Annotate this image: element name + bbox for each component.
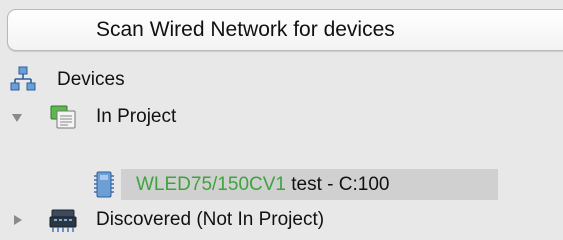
tree-root-devices[interactable]: Devices <box>0 64 563 96</box>
network-switch-icon <box>48 206 78 234</box>
disclosure-collapsed-icon[interactable] <box>12 213 24 225</box>
device-details: test - C:100 <box>285 174 390 195</box>
group-label-in-project: In Project <box>96 106 177 127</box>
group-label-discovered: Discovered (Not In Project) <box>96 209 325 230</box>
tree-group-discovered[interactable]: Discovered (Not In Project) <box>0 204 563 236</box>
network-tree-icon <box>10 66 36 92</box>
tree-item-device[interactable]: WLED75/150CV1 test - C:100 <box>0 169 563 200</box>
device-module-icon <box>93 171 115 198</box>
device-name: WLED75/150CV1 <box>136 174 286 195</box>
device-tree: Devices In Project WLED75/150CV1 test - … <box>0 0 563 240</box>
tree-root-label: Devices <box>57 69 125 90</box>
tree-group-in-project[interactable]: In Project <box>0 101 563 133</box>
disclosure-expanded-icon[interactable] <box>11 111 23 123</box>
device-label: WLED75/150CV1 test - C:100 <box>136 173 389 197</box>
project-folder-icon <box>49 104 77 130</box>
